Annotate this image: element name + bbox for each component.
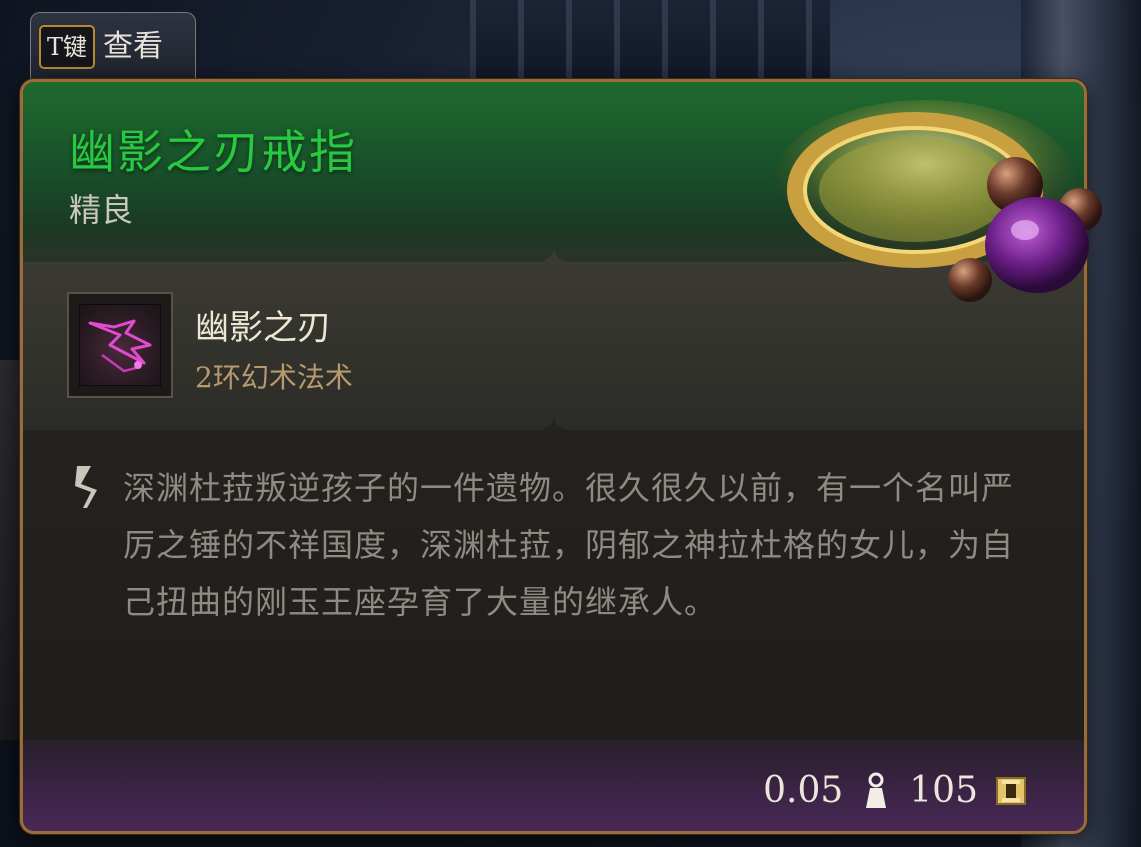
item-rarity: 精良: [69, 191, 134, 229]
game-scene: T键 查看 幽影之刃戒指 精良 幽影之刃 2环幻术法术 深渊杜菈叛逆孩子的一件遗…: [0, 0, 1141, 847]
description-section: 深渊杜菈叛逆孩子的一件遗物。很久很久以前，有一个名叫严厉之锤的不祥国度，深渊杜菈…: [23, 430, 1084, 740]
examine-prompt[interactable]: T键 查看: [30, 12, 196, 84]
divider-notch: [541, 248, 567, 262]
spell-name: 幽影之刃: [195, 308, 331, 348]
gold-coin-icon: [996, 776, 1026, 805]
t-key-badge[interactable]: T键: [39, 25, 96, 69]
spell-icon-frame[interactable]: [67, 292, 173, 398]
shadow-blade-glyph-icon: [88, 319, 152, 373]
item-name: 幽影之刃戒指: [69, 125, 357, 179]
lore-scroll-icon: [75, 466, 97, 508]
shadow-blade-spell-icon[interactable]: [79, 304, 161, 386]
item-price: 105: [909, 770, 978, 811]
tooltip-footer: 0.05 105: [23, 740, 1084, 831]
item-stats: 0.05 105: [763, 770, 1028, 811]
background-window: [470, 0, 830, 90]
weight-icon: [866, 772, 887, 808]
item-weight: 0.05: [763, 770, 844, 811]
examine-label: 查看: [103, 29, 164, 64]
divider-notch: [541, 416, 567, 430]
ring-icon: [775, 100, 1102, 302]
spell-level-school: 2环幻术法术: [195, 361, 353, 394]
item-description: 深渊杜菈叛逆孩子的一件遗物。很久很久以前，有一个名叫严厉之锤的不祥国度，深渊杜菈…: [123, 469, 1015, 621]
